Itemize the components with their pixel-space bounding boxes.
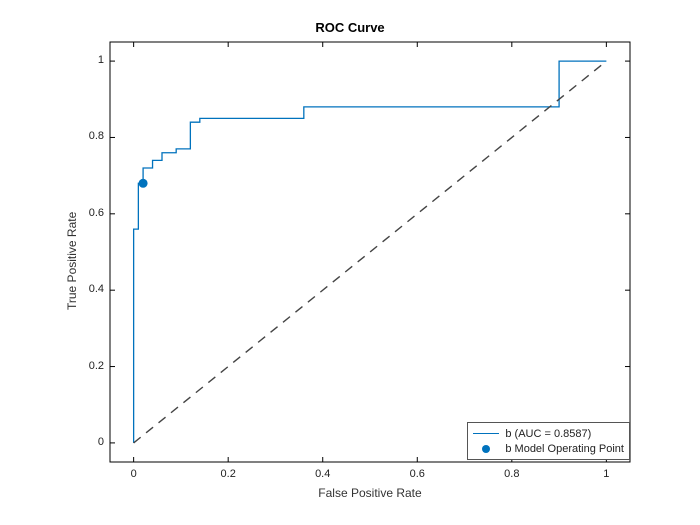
legend-entry-curve: b (AUC = 0.8587): [473, 426, 624, 441]
y-tick: 0.2: [64, 360, 104, 372]
operating-point-marker: [139, 179, 148, 188]
y-axis-label: True Positive Rate: [65, 212, 79, 310]
legend-swatch-line: [473, 433, 499, 434]
legend-label: b (AUC = 0.8587): [505, 428, 591, 440]
x-tick: 0.6: [397, 468, 437, 480]
x-tick: 1: [586, 468, 626, 480]
x-tick: 0: [114, 468, 154, 480]
legend-label: b Model Operating Point: [505, 443, 624, 455]
x-tick: 0.2: [208, 468, 248, 480]
legend-swatch-dot: [473, 445, 499, 453]
x-axis-label: False Positive Rate: [110, 486, 630, 500]
y-tick: 0: [64, 436, 104, 448]
y-tick: 1: [64, 54, 104, 66]
legend: b (AUC = 0.8587) b Model Operating Point: [467, 422, 630, 460]
x-tick: 0.4: [303, 468, 343, 480]
x-tick: 0.8: [492, 468, 532, 480]
legend-entry-point: b Model Operating Point: [473, 441, 624, 456]
y-tick: 0.8: [64, 130, 104, 142]
